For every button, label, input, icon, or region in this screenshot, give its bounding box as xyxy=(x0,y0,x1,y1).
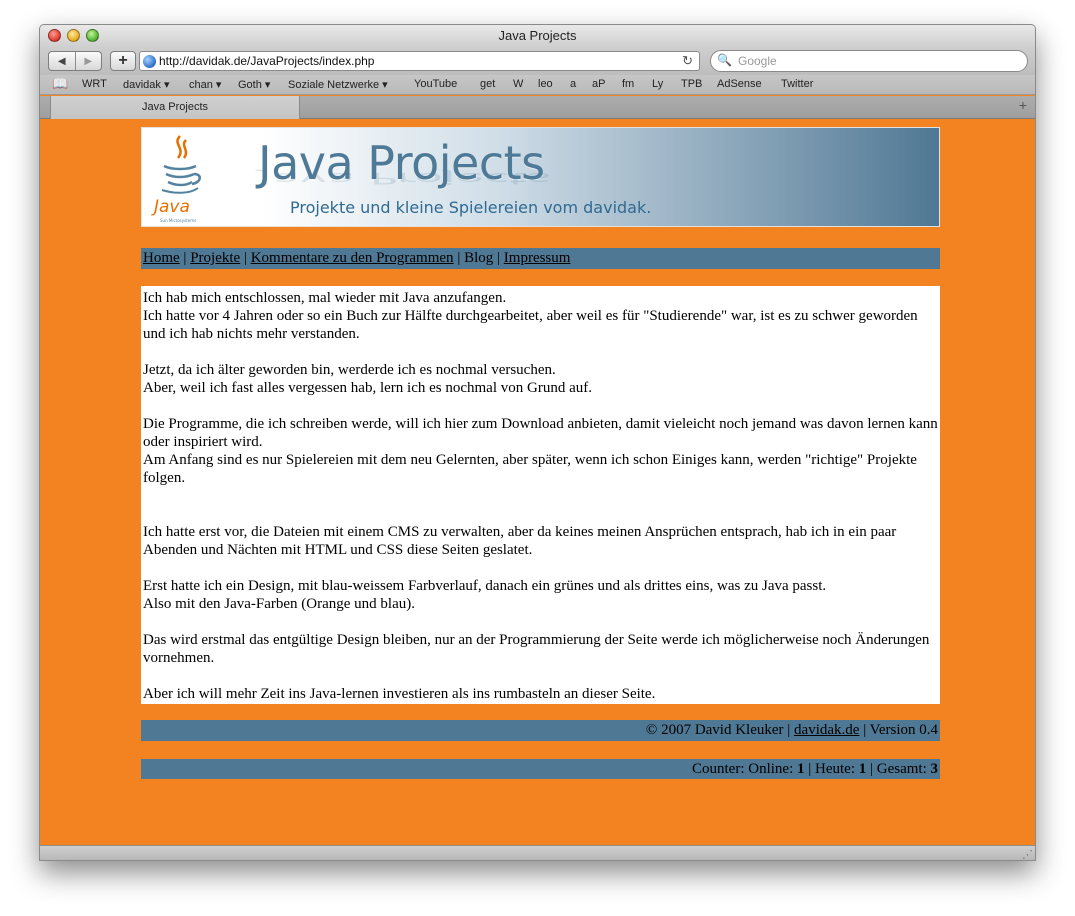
tab-label: Java Projects xyxy=(141,101,209,113)
forward-button[interactable]: ▶ xyxy=(74,52,102,70)
paragraph: Ich hatte erst vor, die Dateien mit eine… xyxy=(143,524,897,558)
nav-separator: | xyxy=(179,250,191,266)
bookmarks-bar: 📖 WRT davidak ▾ chan ▾ Goth ▾ Soziale Ne… xyxy=(40,75,1035,95)
minimize-icon[interactable] xyxy=(67,29,80,42)
bookmark-item[interactable]: W xyxy=(513,78,523,90)
banner-title-reflection: Java Projects xyxy=(258,169,552,188)
close-icon[interactable] xyxy=(48,29,61,42)
bookmark-item[interactable]: TPB xyxy=(681,78,702,90)
main-navigation: Home | Projekte | Kommentare zu den Prog… xyxy=(141,248,940,269)
bookmark-item[interactable]: Twitter xyxy=(781,78,813,90)
nav-buttons: ◀ ▶ xyxy=(48,51,102,71)
paragraph-line: Jetzt, da ich älter geworden bin, werder… xyxy=(143,362,556,378)
bookmark-item[interactable]: Ly xyxy=(652,78,663,90)
resize-grip-icon[interactable]: ⋰ xyxy=(1022,848,1033,860)
window-title: Java Projects xyxy=(498,28,577,43)
nav-projekte-link[interactable]: Projekte xyxy=(190,250,240,266)
traffic-lights xyxy=(48,29,99,42)
counter-gesamt-label: | Gesamt: xyxy=(866,761,931,777)
paragraph: Jetzt, da ich älter geworden bin, werder… xyxy=(143,361,938,397)
counter-online-label: Counter: Online: xyxy=(692,761,797,777)
search-icon: 🔍 xyxy=(717,53,732,67)
counter-gesamt-value: 3 xyxy=(930,761,939,777)
back-icon: ◀ xyxy=(57,55,66,67)
nav-blog-label: Blog xyxy=(464,250,494,266)
paragraph-line: Am Anfang sind es nur Spielereien mit de… xyxy=(143,452,917,486)
forward-icon: ▶ xyxy=(84,55,93,67)
main-content: Ich hab mich entschlossen, mal wieder mi… xyxy=(141,286,940,704)
footer-davidak-link[interactable]: davidak.de xyxy=(794,722,859,738)
paragraph-line: Ich hab mich entschlossen, mal wieder mi… xyxy=(143,290,507,306)
java-logo-icon: Java Sun Microsystems xyxy=(151,135,201,223)
counter-online-value: 1 xyxy=(797,761,805,777)
footer-bar: © 2007 David Kleuker | davidak.de | Vers… xyxy=(141,720,940,741)
bookmark-item[interactable]: AdSense xyxy=(717,78,762,90)
bookmarks-book-icon[interactable]: 📖 xyxy=(52,76,68,92)
back-button[interactable]: ◀ xyxy=(49,52,75,70)
title-bar: Java Projects xyxy=(40,25,1035,47)
url-text: http://davidak.de/JavaProjects/index.php xyxy=(159,54,375,68)
bookmark-item[interactable]: chan ▾ xyxy=(189,78,221,91)
reload-icon[interactable]: ↻ xyxy=(682,53,693,69)
search-field[interactable]: 🔍 Google xyxy=(710,50,1028,72)
java-logo-text: Java xyxy=(151,197,190,217)
plus-icon: + xyxy=(118,52,128,69)
nav-kommentare-link[interactable]: Kommentare zu den Programmen xyxy=(251,250,454,266)
web-content: Java Sun Microsystems Java Projects Java… xyxy=(40,120,1035,845)
paragraph: Erst hatte ich ein Design, mit blau-weis… xyxy=(143,577,938,613)
bookmark-item[interactable]: leo xyxy=(538,78,553,90)
bookmark-item[interactable]: get xyxy=(480,78,495,90)
counter-bar: Counter: Online: 1 | Heute: 1 | Gesamt: … xyxy=(141,759,940,779)
new-tab-icon[interactable]: + xyxy=(1019,97,1027,113)
footer-copyright: © 2007 David Kleuker | xyxy=(645,722,795,738)
bookmark-item[interactable]: davidak ▾ xyxy=(123,78,170,91)
bookmark-item[interactable]: Soziale Netzwerke ▾ xyxy=(288,78,388,91)
nav-separator: | xyxy=(240,250,251,266)
counter-heute-label: | Heute: xyxy=(804,761,859,777)
paragraph: Ich hab mich entschlossen, mal wieder mi… xyxy=(143,289,938,343)
status-bar: ⋰ xyxy=(40,845,1035,860)
tab-bar: Java Projects + xyxy=(40,96,1035,119)
bookmark-item[interactable]: fm xyxy=(622,78,634,90)
browser-window: Java Projects ◀ ▶ + http://davidak.de/Ja… xyxy=(39,24,1036,861)
paragraph-line: Erst hatte ich ein Design, mit blau-weis… xyxy=(143,578,827,594)
search-placeholder: Google xyxy=(738,54,777,68)
java-logo-small-text: Sun Microsystems xyxy=(160,218,196,223)
banner-subtitle: Projekte und kleine Spielereien vom davi… xyxy=(290,198,652,217)
bookmark-item[interactable]: WRT xyxy=(82,78,107,90)
bookmark-item[interactable]: aP xyxy=(592,78,605,90)
nav-separator: | xyxy=(493,250,504,266)
nav-home-link[interactable]: Home xyxy=(143,250,180,266)
browser-toolbar: ◀ ▶ + http://davidak.de/JavaProjects/ind… xyxy=(40,47,1035,75)
paragraph-line: Also mit den Java-Farben (Orange und bla… xyxy=(143,596,416,612)
tab-java-projects[interactable]: Java Projects xyxy=(50,96,300,119)
zoom-icon[interactable] xyxy=(86,29,99,42)
footer-version: | Version 0.4 xyxy=(859,722,938,738)
globe-icon xyxy=(143,55,156,68)
bookmark-item[interactable]: Goth ▾ xyxy=(238,78,270,91)
paragraph: Aber ich will mehr Zeit ins Java-lernen … xyxy=(143,686,656,702)
paragraph: Das wird erstmal das entgültige Design b… xyxy=(143,632,930,666)
header-banner: Java Sun Microsystems Java Projects Java… xyxy=(141,127,940,227)
paragraph: Die Programme, die ich schreiben werde, … xyxy=(143,415,938,487)
paragraph-line: Ich hatte vor 4 Jahren oder so ein Buch … xyxy=(143,308,918,342)
add-bookmark-button[interactable]: + xyxy=(110,51,136,71)
paragraph-line: Aber, weil ich fast alles vergessen hab,… xyxy=(143,380,592,396)
address-bar[interactable]: http://davidak.de/JavaProjects/index.php… xyxy=(139,51,700,71)
nav-impressum-link[interactable]: Impressum xyxy=(504,250,571,266)
nav-separator: | xyxy=(453,250,465,266)
bookmark-item[interactable]: YouTube xyxy=(414,78,457,90)
bookmark-item[interactable]: a xyxy=(570,78,576,90)
paragraph-line: Die Programme, die ich schreiben werde, … xyxy=(143,416,938,450)
